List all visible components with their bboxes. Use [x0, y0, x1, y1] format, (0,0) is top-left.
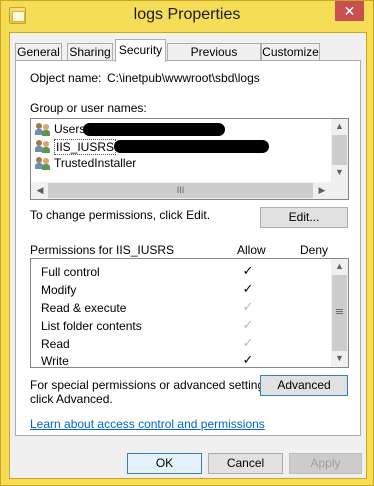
properties-window: logs Properties ✕ General Sharing Securi… [0, 0, 374, 486]
permission-name: Write [41, 354, 69, 367]
permissions-listbox[interactable]: Full control ✓ Modify ✓ Read & execute ✓… [30, 258, 349, 368]
ok-button[interactable]: OK [127, 453, 202, 474]
users-listbox[interactable]: Users IIS_IUSRS TrustedInstaller ▲ ▼ ◀ I… [30, 118, 349, 200]
allow-column-header: Allow [237, 243, 266, 257]
users-group-icon [35, 139, 51, 153]
scroll-up-arrow-icon[interactable]: ▲ [331, 261, 348, 271]
allow-checked-icon[interactable]: ✓ [241, 263, 255, 279]
user-name: Users [54, 122, 86, 136]
tab-customize[interactable]: Customize [261, 43, 320, 61]
tab-security[interactable]: Security [115, 39, 166, 62]
users-group-icon [35, 122, 51, 136]
object-name-value: C:\inetpub\wwwroot\sbd\logs [107, 71, 260, 85]
scroll-up-arrow-icon[interactable]: ▲ [331, 121, 348, 131]
list-item[interactable]: Users [31, 121, 331, 138]
cancel-button[interactable]: Cancel [208, 453, 283, 474]
edit-button[interactable]: Edit... [260, 207, 348, 228]
permission-name: List folder contents [41, 319, 142, 333]
scroll-left-arrow-icon[interactable]: ◀ [34, 185, 46, 196]
special-permissions-text: For special permissions or advanced sett… [30, 378, 274, 392]
users-vertical-scrollbar[interactable]: ▲ ▼ [331, 119, 348, 182]
scroll-grip-icon [336, 309, 343, 310]
allow-inherited-check-icon[interactable]: ✓ [241, 299, 255, 315]
scroll-down-arrow-icon[interactable]: ▼ [331, 167, 348, 177]
scrollbar-thumb[interactable] [332, 135, 347, 165]
tab-sharing[interactable]: Sharing [67, 43, 113, 61]
close-button[interactable]: ✕ [335, 1, 364, 21]
tab-general[interactable]: General [15, 43, 62, 61]
security-tab-panel: Object name: C:\inetpub\wwwroot\sbd\logs… [15, 60, 361, 436]
permission-name: Read [41, 337, 70, 351]
user-name: TrustedInstaller [54, 156, 137, 170]
list-item[interactable]: TrustedInstaller [31, 155, 331, 172]
change-permissions-text: To change permissions, click Edit. [30, 208, 211, 222]
group-or-user-names-label: Group or user names: [30, 101, 147, 115]
permissions-vertical-scrollbar[interactable]: ▲ ▼ [331, 259, 348, 367]
allow-checked-icon[interactable]: ✓ [241, 352, 255, 367]
allow-inherited-check-icon[interactable]: ✓ [241, 335, 255, 351]
title-bar[interactable]: logs Properties ✕ [1, 1, 373, 31]
users-horizontal-scrollbar[interactable]: ◀ III ▶ [31, 182, 331, 199]
users-group-icon [35, 156, 51, 170]
tab-previous-versions[interactable]: Previous Versions [167, 43, 261, 75]
list-item-selected[interactable]: IIS_IUSRS [31, 138, 331, 155]
redaction-mark [83, 123, 225, 136]
scrollbar-thumb[interactable] [332, 275, 347, 351]
window-title: logs Properties [133, 6, 241, 23]
apply-button[interactable]: Apply [289, 453, 362, 474]
redaction-mark [114, 140, 269, 153]
permission-name: Read & execute [41, 301, 127, 315]
permission-name: Full control [41, 265, 100, 279]
advanced-button[interactable]: Advanced [260, 375, 348, 396]
scroll-down-arrow-icon[interactable]: ▼ [331, 353, 348, 363]
user-name: IIS_IUSRS [54, 139, 117, 155]
special-permissions-text-2: click Advanced. [30, 392, 113, 406]
learn-access-control-link[interactable]: Learn about access control and permissio… [30, 417, 265, 431]
allow-inherited-check-icon[interactable]: ✓ [241, 317, 255, 333]
scrollbar-corner [331, 182, 348, 199]
scrollbar-thumb[interactable]: III [48, 183, 313, 198]
permissions-for-label: Permissions for IIS_IUSRS [30, 243, 175, 257]
dialog-body: General Sharing Security Previous Versio… [9, 32, 367, 479]
deny-column-header: Deny [300, 243, 329, 257]
permission-name: Modify [41, 283, 77, 297]
scroll-right-arrow-icon[interactable]: ▶ [316, 185, 328, 196]
object-name-label: Object name: [30, 71, 102, 85]
allow-checked-icon[interactable]: ✓ [241, 281, 255, 297]
